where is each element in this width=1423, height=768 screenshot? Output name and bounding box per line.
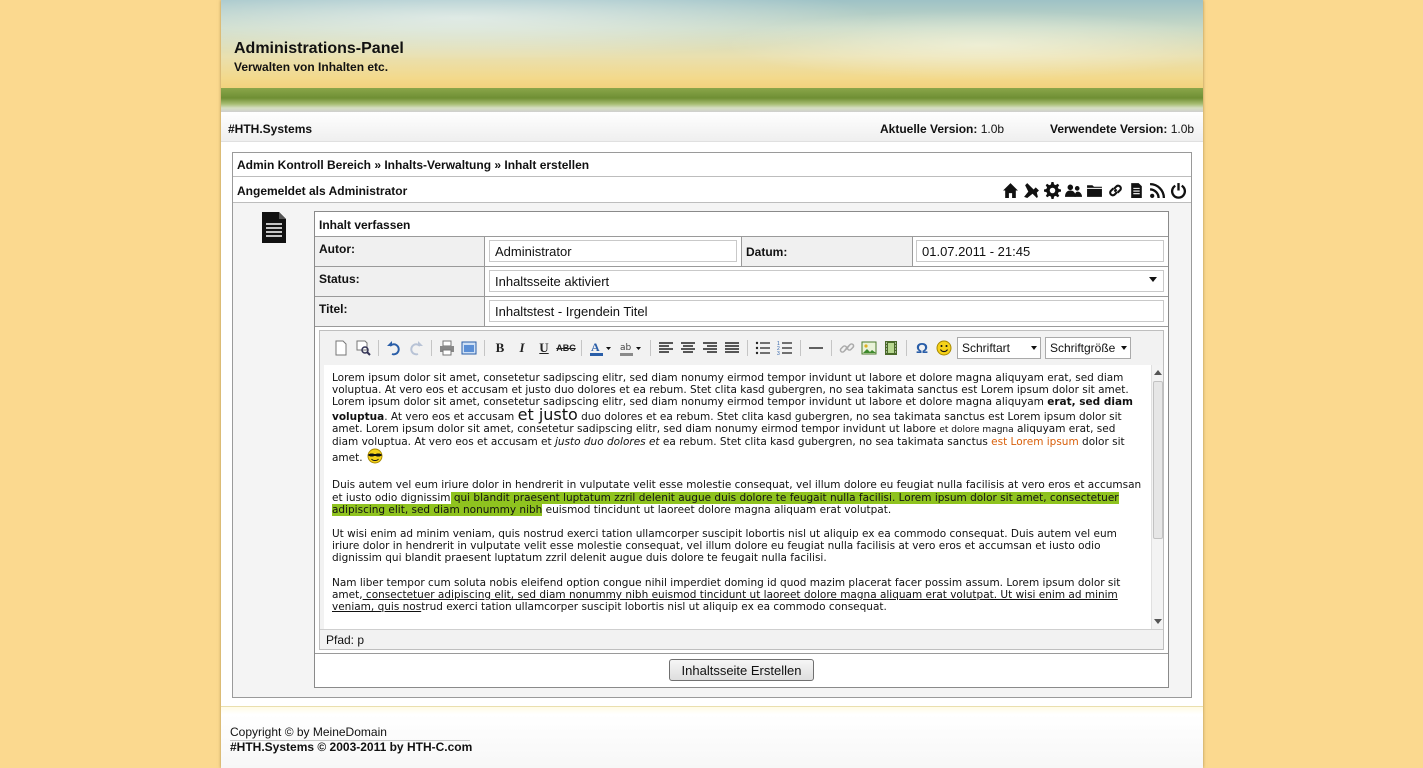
version-bar: #HTH.Systems Aktuelle Version: 1.0b Verw… xyxy=(221,112,1203,142)
tools-icon[interactable] xyxy=(1022,181,1040,199)
toolbar-separator xyxy=(906,340,907,356)
editor-path: Pfad: p xyxy=(320,629,1163,649)
font-family-select[interactable]: Schriftart xyxy=(957,337,1041,359)
horizontal-rule-icon[interactable] xyxy=(805,337,827,359)
editor-toolbar: B I U ABC A ab 123 Ω Schriftart Schriftg… xyxy=(320,331,1163,365)
editor-content[interactable]: Lorem ipsum dolor sit amet, consetetur s… xyxy=(324,365,1151,629)
users-icon[interactable] xyxy=(1064,181,1082,199)
toolbar-separator xyxy=(800,340,801,356)
titel-row: Titel: xyxy=(315,297,1168,327)
current-version: Aktuelle Version: 1.0b xyxy=(880,122,1005,136)
align-left-icon[interactable] xyxy=(655,337,677,359)
align-right-icon[interactable] xyxy=(699,337,721,359)
align-center-icon[interactable] xyxy=(677,337,699,359)
toolbar-separator xyxy=(747,340,748,356)
footer: Copyright © by MeineDomain #HTH.Systems … xyxy=(221,706,1203,768)
svg-text:ab: ab xyxy=(620,343,632,353)
titel-input[interactable] xyxy=(489,300,1164,322)
svg-text:A: A xyxy=(591,340,600,354)
admin-nav-icons xyxy=(1001,181,1187,199)
toolbar-separator xyxy=(831,340,832,356)
toolbar-separator xyxy=(378,340,379,356)
scroll-thumb[interactable] xyxy=(1153,381,1163,539)
toolbar-separator xyxy=(431,340,432,356)
brand-name: #HTH.Systems xyxy=(228,122,313,136)
status-label: Status: xyxy=(315,267,485,296)
paragraph: Duis autem vel eum iriure dolor in hendr… xyxy=(332,479,1142,516)
paragraph: Nam liber tempor cum soluta nobis eleife… xyxy=(332,576,1121,614)
paragraph: Lorem ipsum dolor sit amet, consetetur s… xyxy=(332,372,1143,467)
fullscreen-icon[interactable] xyxy=(458,337,480,359)
titel-label: Titel: xyxy=(315,297,485,326)
font-size-select[interactable]: Schriftgröße xyxy=(1045,337,1131,359)
header-banner: Administrations-Panel Verwalten von Inha… xyxy=(221,0,1203,112)
home-icon[interactable] xyxy=(1001,181,1019,199)
document-icon xyxy=(261,211,287,247)
strikethrough-icon[interactable]: ABC xyxy=(555,337,577,359)
create-page-button[interactable]: Inhaltsseite Erstellen xyxy=(669,659,814,681)
link-icon[interactable] xyxy=(836,337,858,359)
numbered-list-icon[interactable]: 123 xyxy=(774,337,796,359)
chevron-down-icon xyxy=(1031,346,1037,350)
login-bar: Angemeldet als Administrator xyxy=(233,177,1191,203)
breadcrumb: Admin Kontroll Bereich » Inhalts-Verwalt… xyxy=(233,153,1191,177)
chevron-down-icon xyxy=(1149,277,1157,282)
credit-text: #HTH.Systems © 2003-2011 by HTH-C.com xyxy=(230,740,473,754)
toolbar-separator xyxy=(484,340,485,356)
highlight-color-icon[interactable]: ab xyxy=(616,337,646,359)
form-header: Inhalt verfassen xyxy=(315,212,1168,237)
document-icon[interactable] xyxy=(1127,181,1145,199)
datum-input[interactable] xyxy=(916,240,1164,262)
cool-emoticon-icon xyxy=(366,448,384,467)
link-icon[interactable] xyxy=(1106,181,1124,199)
paragraph: Ut wisi enim ad minim veniam, quis nostr… xyxy=(332,528,1117,565)
new-document-icon[interactable] xyxy=(330,337,352,359)
chevron-down-icon xyxy=(1121,346,1127,350)
scroll-down-icon[interactable] xyxy=(1154,619,1162,624)
autor-input[interactable] xyxy=(489,240,737,262)
image-icon[interactable] xyxy=(858,337,880,359)
toolbar-separator xyxy=(581,340,582,356)
svg-text:3: 3 xyxy=(777,351,780,356)
status-select[interactable]: Inhaltsseite aktiviert xyxy=(489,270,1164,292)
scroll-up-icon[interactable] xyxy=(1154,370,1162,375)
power-icon[interactable] xyxy=(1169,181,1187,199)
underline-icon[interactable]: U xyxy=(533,337,555,359)
bold-icon[interactable]: B xyxy=(489,337,511,359)
datum-label: Datum: xyxy=(741,237,913,266)
page-container: Administrations-Panel Verwalten von Inha… xyxy=(221,0,1203,768)
used-version: Verwendete Version: 1.0b xyxy=(1050,122,1195,136)
print-icon[interactable] xyxy=(436,337,458,359)
rss-icon[interactable] xyxy=(1148,181,1166,199)
submit-row: Inhaltsseite Erstellen xyxy=(315,653,1168,687)
media-icon[interactable] xyxy=(880,337,902,359)
status-row: Status: Inhaltsseite aktiviert xyxy=(315,267,1168,297)
page-subtitle: Verwalten von Inhalten etc. xyxy=(234,60,389,74)
login-status: Angemeldet als Administrator xyxy=(237,184,408,198)
copyright-text: Copyright © by MeineDomain xyxy=(230,725,470,741)
align-justify-icon[interactable] xyxy=(721,337,743,359)
editor-scrollbar[interactable] xyxy=(1151,365,1163,629)
text-color-icon[interactable]: A xyxy=(586,337,616,359)
undo-icon[interactable] xyxy=(383,337,405,359)
toolbar-separator xyxy=(650,340,651,356)
preview-icon[interactable] xyxy=(352,337,374,359)
folder-icon[interactable] xyxy=(1085,181,1103,199)
banner-cloud xyxy=(721,10,1203,80)
admin-panel: Admin Kontroll Bereich » Inhalts-Verwalt… xyxy=(232,152,1192,698)
bullet-list-icon[interactable] xyxy=(752,337,774,359)
autor-label: Autor: xyxy=(315,237,485,266)
form-title: Inhalt verfassen xyxy=(319,218,411,232)
autor-row: Autor: Datum: xyxy=(315,237,1168,267)
special-char-icon[interactable]: Ω xyxy=(911,337,933,359)
page-title: Administrations-Panel xyxy=(234,40,404,57)
emoticon-icon[interactable] xyxy=(933,337,955,359)
gear-icon[interactable] xyxy=(1043,181,1061,199)
rich-text-editor: B I U ABC A ab 123 Ω Schriftart Schriftg… xyxy=(319,330,1164,650)
italic-icon[interactable]: I xyxy=(511,337,533,359)
redo-icon[interactable] xyxy=(405,337,427,359)
content-form: Inhalt verfassen Autor: Datum: Status: I… xyxy=(314,211,1169,688)
